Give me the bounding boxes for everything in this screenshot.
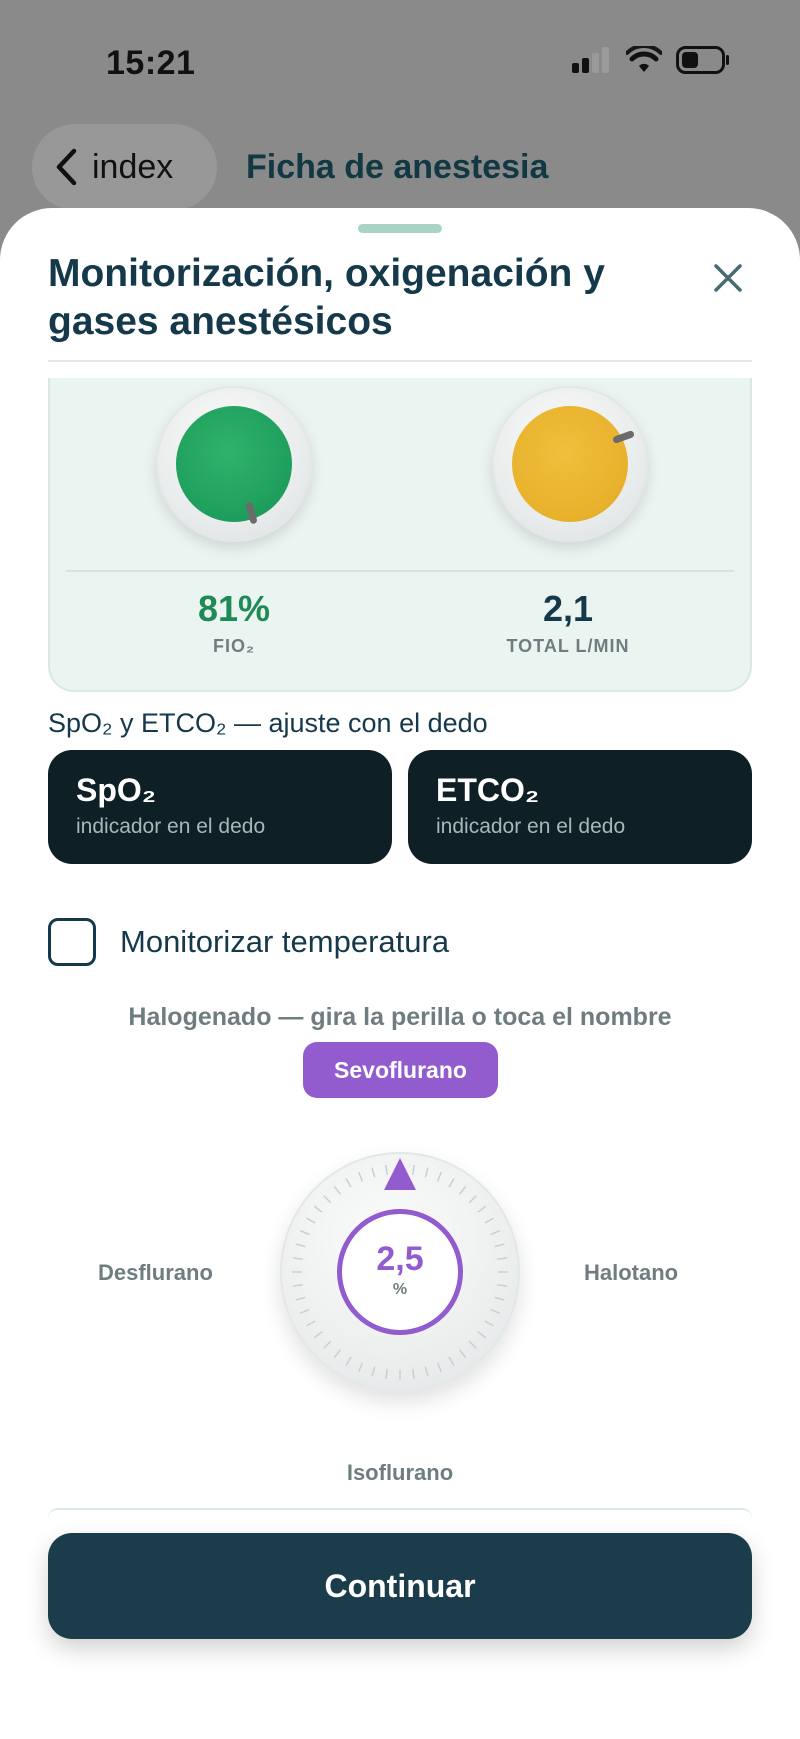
oxygenation-panel: 81% FIO₂ 2,1 TOTAL L/MIN: [48, 378, 752, 692]
spo2-card-title: SpO₂: [76, 772, 156, 808]
dial-tick: [412, 1369, 415, 1380]
fio2-label: FIO₂: [213, 636, 255, 656]
dial-tick: [385, 1369, 388, 1380]
dial-tick: [357, 1171, 364, 1182]
selected-agent-pill[interactable]: Sevoflurano: [303, 1042, 498, 1098]
flow-knob[interactable]: [492, 386, 648, 542]
dial-tick: [299, 1229, 310, 1236]
dial-tick: [295, 1243, 306, 1248]
panel-divider: [66, 570, 734, 572]
agent-option-halotano[interactable]: Halotano: [584, 1260, 678, 1286]
battery-icon: [676, 46, 729, 74]
spo2-card-subtitle: indicador en el dedo: [76, 815, 266, 838]
dial-tick: [345, 1356, 352, 1366]
dial-tick: [323, 1340, 332, 1349]
dial-center: 2,5 %: [337, 1209, 463, 1335]
continue-button[interactable]: Continuar: [48, 1533, 752, 1639]
temperature-label[interactable]: Monitorizar temperatura: [120, 924, 449, 960]
fio2-value: 81%: [197, 588, 271, 629]
back-button[interactable]: index: [32, 124, 217, 210]
etco2-card[interactable]: ETCO₂ indicador en el dedo: [408, 750, 752, 864]
spo2-card[interactable]: SpO₂ indicador en el dedo: [48, 750, 392, 864]
dial-tick: [333, 1185, 341, 1195]
flow-label: TOTAL L/MIN: [506, 636, 630, 656]
dial-tick: [292, 1257, 303, 1260]
status-icons: [572, 46, 730, 74]
dial-tick: [345, 1178, 352, 1188]
dial-tick: [371, 1366, 376, 1377]
dial-tick: [333, 1349, 341, 1359]
dial-tick: [468, 1340, 477, 1349]
dial-tick: [484, 1320, 494, 1327]
dial-tick: [497, 1257, 508, 1260]
dial-tick: [323, 1195, 332, 1204]
etco2-card-title: ETCO₂: [436, 772, 540, 808]
halogenated-value: 2,5: [376, 1240, 424, 1278]
halogenated-dial[interactable]: 2,5 %: [280, 1152, 520, 1392]
agent-option-desflurano[interactable]: Desflurano: [98, 1260, 213, 1286]
halogenated-unit: %: [392, 1281, 408, 1298]
dial-tick: [295, 1296, 306, 1301]
dial-tick: [306, 1217, 316, 1224]
dial-tick: [448, 1178, 455, 1188]
dial-tick: [490, 1308, 501, 1315]
dial-tick: [477, 1205, 487, 1213]
dial-tick: [436, 1171, 443, 1182]
flow-knob-face: [512, 406, 628, 522]
monitoring-section-label: SpO₂ y ETCO₂ — ajuste con el dedo: [48, 708, 488, 738]
chevron-left-icon: [56, 148, 77, 186]
dial-tick: [313, 1205, 323, 1213]
fio2-knob-face: [176, 406, 292, 522]
dial-tick: [299, 1308, 310, 1315]
dial-tick: [313, 1331, 323, 1339]
dial-tick: [424, 1167, 429, 1178]
temperature-checkbox[interactable]: [48, 918, 96, 966]
dial-tick: [459, 1185, 467, 1195]
agent-option-isoflurano[interactable]: Isoflurano: [0, 1460, 800, 1486]
dial-tick: [494, 1243, 505, 1248]
halogenated-hint: Halogenado — gira la perilla o toca el n…: [128, 1003, 672, 1031]
dial-tick: [468, 1195, 477, 1204]
status-time: 15:21: [106, 44, 196, 82]
back-label: index: [92, 147, 174, 186]
dial-tick: [292, 1284, 303, 1287]
etco2-card-subtitle: indicador en el dedo: [436, 815, 626, 838]
sheet-grabber[interactable]: [358, 224, 442, 233]
dial-tick: [497, 1284, 508, 1287]
dial-tick: [436, 1362, 443, 1373]
dial-tick: [484, 1217, 494, 1224]
dial-tick: [477, 1331, 487, 1339]
bottom-sheet: Monitorización, oxigenación y gases anes…: [0, 208, 800, 1739]
dial-tick: [371, 1167, 376, 1178]
dial-tick: [357, 1362, 364, 1373]
fio2-knob[interactable]: [156, 386, 312, 542]
dial-pointer-icon: [384, 1158, 416, 1190]
dial-tick: [306, 1320, 316, 1327]
dial-tick: [494, 1296, 505, 1301]
scroll-edge: [48, 1508, 752, 1518]
wifi-icon: [626, 46, 662, 72]
sheet-title: Monitorización, oxigenación y gases anes…: [48, 252, 605, 343]
nav-title: Ficha de anestesia: [246, 148, 549, 186]
dial-tick: [424, 1366, 429, 1377]
close-icon[interactable]: [708, 258, 748, 298]
flow-value: 2,1: [542, 588, 594, 629]
status-bar: 15:21: [0, 0, 800, 120]
signal-icon: [572, 47, 609, 73]
dial-tick: [490, 1229, 501, 1236]
title-divider: [48, 360, 752, 362]
dial-tick: [459, 1349, 467, 1359]
dial-tick: [448, 1356, 455, 1366]
